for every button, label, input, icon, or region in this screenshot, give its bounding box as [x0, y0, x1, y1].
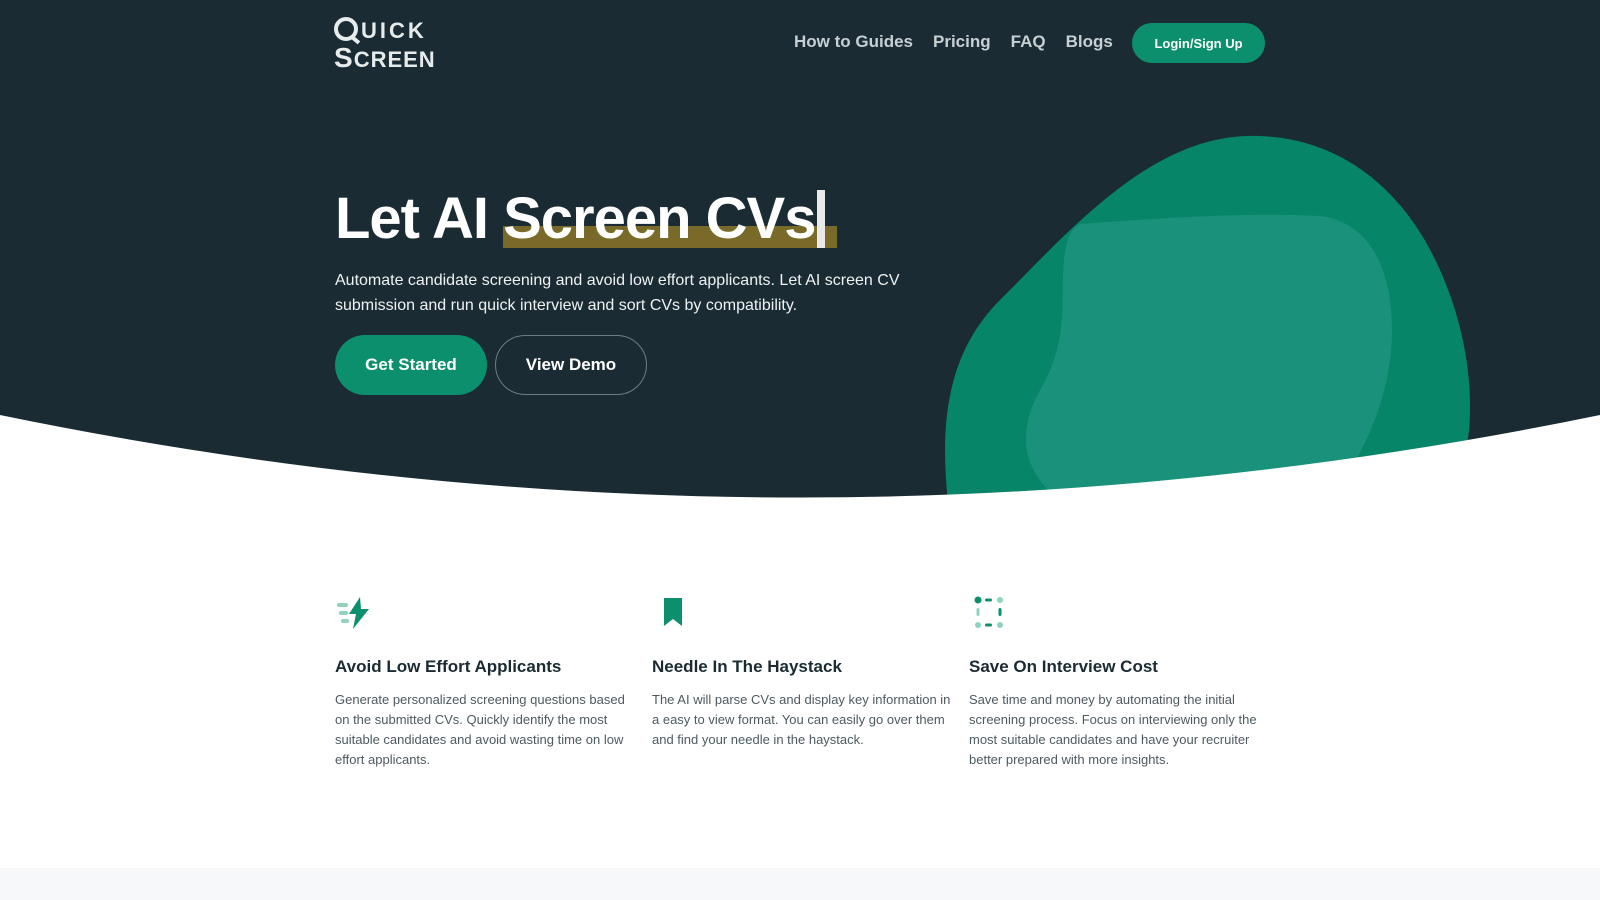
logo-q-ring-icon: [334, 17, 358, 41]
lightning-bolt-icon: [337, 597, 369, 629]
logo-line-quick: UICK: [334, 17, 427, 44]
nav-link-pricing[interactable]: Pricing: [933, 32, 991, 52]
quickscreen-logo[interactable]: UICK SCREEN: [334, 17, 436, 73]
nav-links: How to Guides Pricing FAQ Blogs: [794, 32, 1133, 52]
logo-screen-initial: S: [334, 42, 354, 73]
nav-link-faq[interactable]: FAQ: [1011, 32, 1046, 52]
hero-subtitle: Automate candidate screening and avoid l…: [335, 272, 900, 314]
feature-card: Save On Interview Cost Save time and mon…: [969, 596, 1286, 770]
get-started-button[interactable]: Get Started: [335, 335, 487, 395]
login-signup-button[interactable]: Login/Sign Up: [1132, 23, 1265, 63]
feature-description: The AI will parse CVs and display key in…: [652, 692, 951, 747]
feature-description: Save time and money by automating the in…: [969, 692, 1257, 767]
nav-link-blogs[interactable]: Blogs: [1066, 32, 1113, 52]
bookmark-icon: [664, 598, 682, 626]
view-demo-button[interactable]: View Demo: [495, 335, 647, 395]
feature-card: Needle In The Haystack The AI will parse…: [652, 596, 969, 770]
headline-highlight: Screen CVs: [503, 182, 838, 256]
feature-card: Avoid Low Effort Applicants Generate per…: [335, 596, 652, 770]
feature-title: Needle In The Haystack: [652, 657, 842, 676]
headline-plain-text: Let AI: [335, 186, 504, 251]
hero-content: Let AI Screen CVs Automate candidate scr…: [335, 182, 935, 395]
next-section-band: [0, 868, 1600, 900]
logo-quick-text: UICK: [361, 18, 427, 43]
top-navigation: UICK SCREEN How to Guides Pricing FAQ Bl…: [0, 0, 1600, 90]
logo-line-screen: SCREEN: [334, 42, 436, 73]
typing-caret: [817, 190, 826, 248]
logo-screen-text: CREEN: [353, 47, 436, 72]
features-section: Avoid Low Effort Applicants Generate per…: [335, 596, 1275, 770]
feature-title: Avoid Low Effort Applicants: [335, 657, 562, 676]
headline-highlight-text: Screen CVs: [503, 186, 816, 251]
hero-cta-row: Get Started View Demo: [335, 335, 647, 395]
feature-description: Generate personalized screening question…: [335, 692, 625, 767]
nav-link-how-to-guides[interactable]: How to Guides: [794, 32, 913, 52]
feature-title: Save On Interview Cost: [969, 657, 1158, 676]
hero-headline: Let AI Screen CVs: [335, 182, 935, 256]
dotted-square-icon: [974, 596, 1003, 628]
